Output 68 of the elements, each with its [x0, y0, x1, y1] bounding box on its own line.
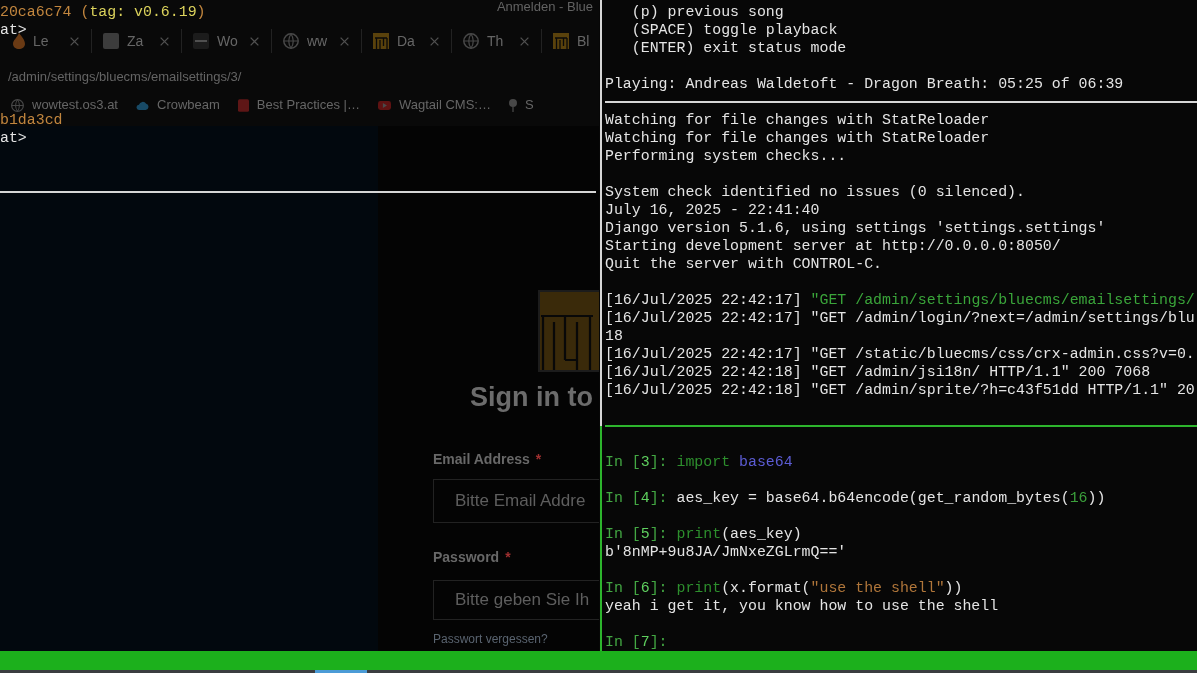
- server-log-line: [16/Jul/2025 22:42:17] "GET /static/bluecms/css/crx-admin.css?v=0.: [605, 345, 1195, 363]
- browser-tab[interactable]: Th: [452, 29, 542, 53]
- input-field[interactable]: Bitte Email Addre: [433, 479, 599, 523]
- server-log-line: [16/Jul/2025 22:42:18] "GET /admin/sprite/?h=c43f51dd HTTP/1.1" 20: [605, 381, 1195, 399]
- server-log-line: Quit the server with CONTROL-C.: [605, 255, 882, 273]
- bars-logo-icon: [373, 33, 389, 49]
- server-log-line: July 16, 2025 - 22:41:40: [605, 201, 820, 219]
- square-icon: [103, 33, 119, 49]
- server-log-line: Starting development server at http://0.0.0.0:8050/: [605, 237, 1061, 255]
- close-icon: [70, 36, 79, 46]
- bars-logo-icon: [553, 33, 569, 49]
- required-mark: *: [535, 450, 542, 468]
- globe-icon: [463, 33, 479, 49]
- ipython-line: yeah i get it, you know how to use the shell: [605, 597, 999, 615]
- bookmark[interactable]: Best Practices |…: [237, 98, 360, 112]
- play-icon: [377, 100, 391, 110]
- field-label: Password: [433, 548, 500, 566]
- ipython-line: In [6]: print(x.format("use the shell")): [605, 579, 963, 597]
- drop-icon: [13, 33, 25, 49]
- ipython-line: In [5]: print(aes_key): [605, 525, 802, 543]
- browser-tab[interactable]: Za: [92, 29, 182, 53]
- bookmark[interactable]: wowtest.os3.at: [11, 98, 118, 112]
- cloud-icon: [136, 100, 149, 110]
- close-icon: [430, 36, 439, 46]
- square-icon: [237, 98, 249, 112]
- browser-tab[interactable]: Da: [362, 29, 452, 53]
- server-log-line: Watching for file changes with StatReloader: [605, 129, 990, 147]
- git-log-line: at>: [0, 129, 27, 147]
- server-log-line: [16/Jul/2025 22:42:17] "GET /admin/login/?next=/admin/settings/blu: [605, 309, 1195, 327]
- git-log-line: 20ca6c74 (tag: v0.6.19): [0, 3, 206, 21]
- close-icon: [340, 36, 349, 46]
- globe-icon: [283, 33, 299, 49]
- ipython-line: b'8nMP+9u8JA/JmNxeZGLrmQ==': [605, 543, 847, 561]
- browser-tab[interactable]: Wo: [182, 29, 272, 53]
- player-line: (ENTER) exit status mode: [630, 39, 847, 57]
- required-mark: *: [505, 548, 511, 566]
- browser-tab[interactable]: ww: [272, 29, 362, 53]
- browser-tab[interactable]: Bl: [542, 29, 599, 53]
- server-log-line: System check identified no issues (0 silenced).: [605, 183, 1025, 201]
- server-log-line: Watching for file changes with StatReloader: [605, 111, 990, 129]
- close-icon: [250, 36, 259, 46]
- server-log-line: Performing system checks...: [605, 147, 847, 165]
- dash-icon: [193, 33, 209, 49]
- player-line: (SPACE) toggle playback: [630, 21, 838, 39]
- forgot-password-link[interactable]: Passwort vergessen?: [433, 632, 548, 646]
- ipython-line: In [3]: import base64: [605, 453, 793, 471]
- sign-in-heading: Sign in to: [470, 382, 593, 412]
- ipython-line: In [4]: aes_key = base64.b64encode(get_random_bytes(16)): [605, 489, 1106, 507]
- bookmark[interactable]: S: [508, 98, 534, 112]
- player-line: Playing: Andreas Waldetoft - Dragon Breath: 05:25 of 06:39: [605, 75, 1124, 93]
- ipython-line: In [7]:: [605, 633, 668, 651]
- window-title: Anmelden - Blue: [496, 0, 593, 13]
- server-log-line: [16/Jul/2025 22:42:18] "GET /admin/jsi18n/ HTTP/1.1" 200 7068: [605, 363, 1151, 381]
- server-log-line: [16/Jul/2025 22:42:17] "GET /admin/settings/bluecms/emailsettings/: [605, 291, 1195, 309]
- pin-icon: [508, 98, 517, 112]
- taskbar-indicator: [315, 670, 367, 673]
- close-icon: [160, 36, 169, 46]
- bookmark[interactable]: Crowbeam: [136, 98, 220, 112]
- address-bar[interactable]: /admin/settings/bluecms/emailsettings/3/: [0, 68, 242, 84]
- input-field[interactable]: Bitte geben Sie Ih: [433, 580, 599, 620]
- globe-icon: [11, 98, 24, 112]
- bookmark[interactable]: Wagtail CMS:…: [377, 98, 491, 112]
- server-log-line: Django version 5.1.6, using settings 'settings.settings': [605, 219, 1106, 237]
- close-icon: [520, 36, 529, 46]
- git-log-line: b1da3cd: [0, 111, 63, 129]
- field-label: Email Address: [433, 450, 530, 468]
- player-line: (p) previous song: [630, 3, 784, 21]
- server-log-line: 18: [605, 327, 623, 345]
